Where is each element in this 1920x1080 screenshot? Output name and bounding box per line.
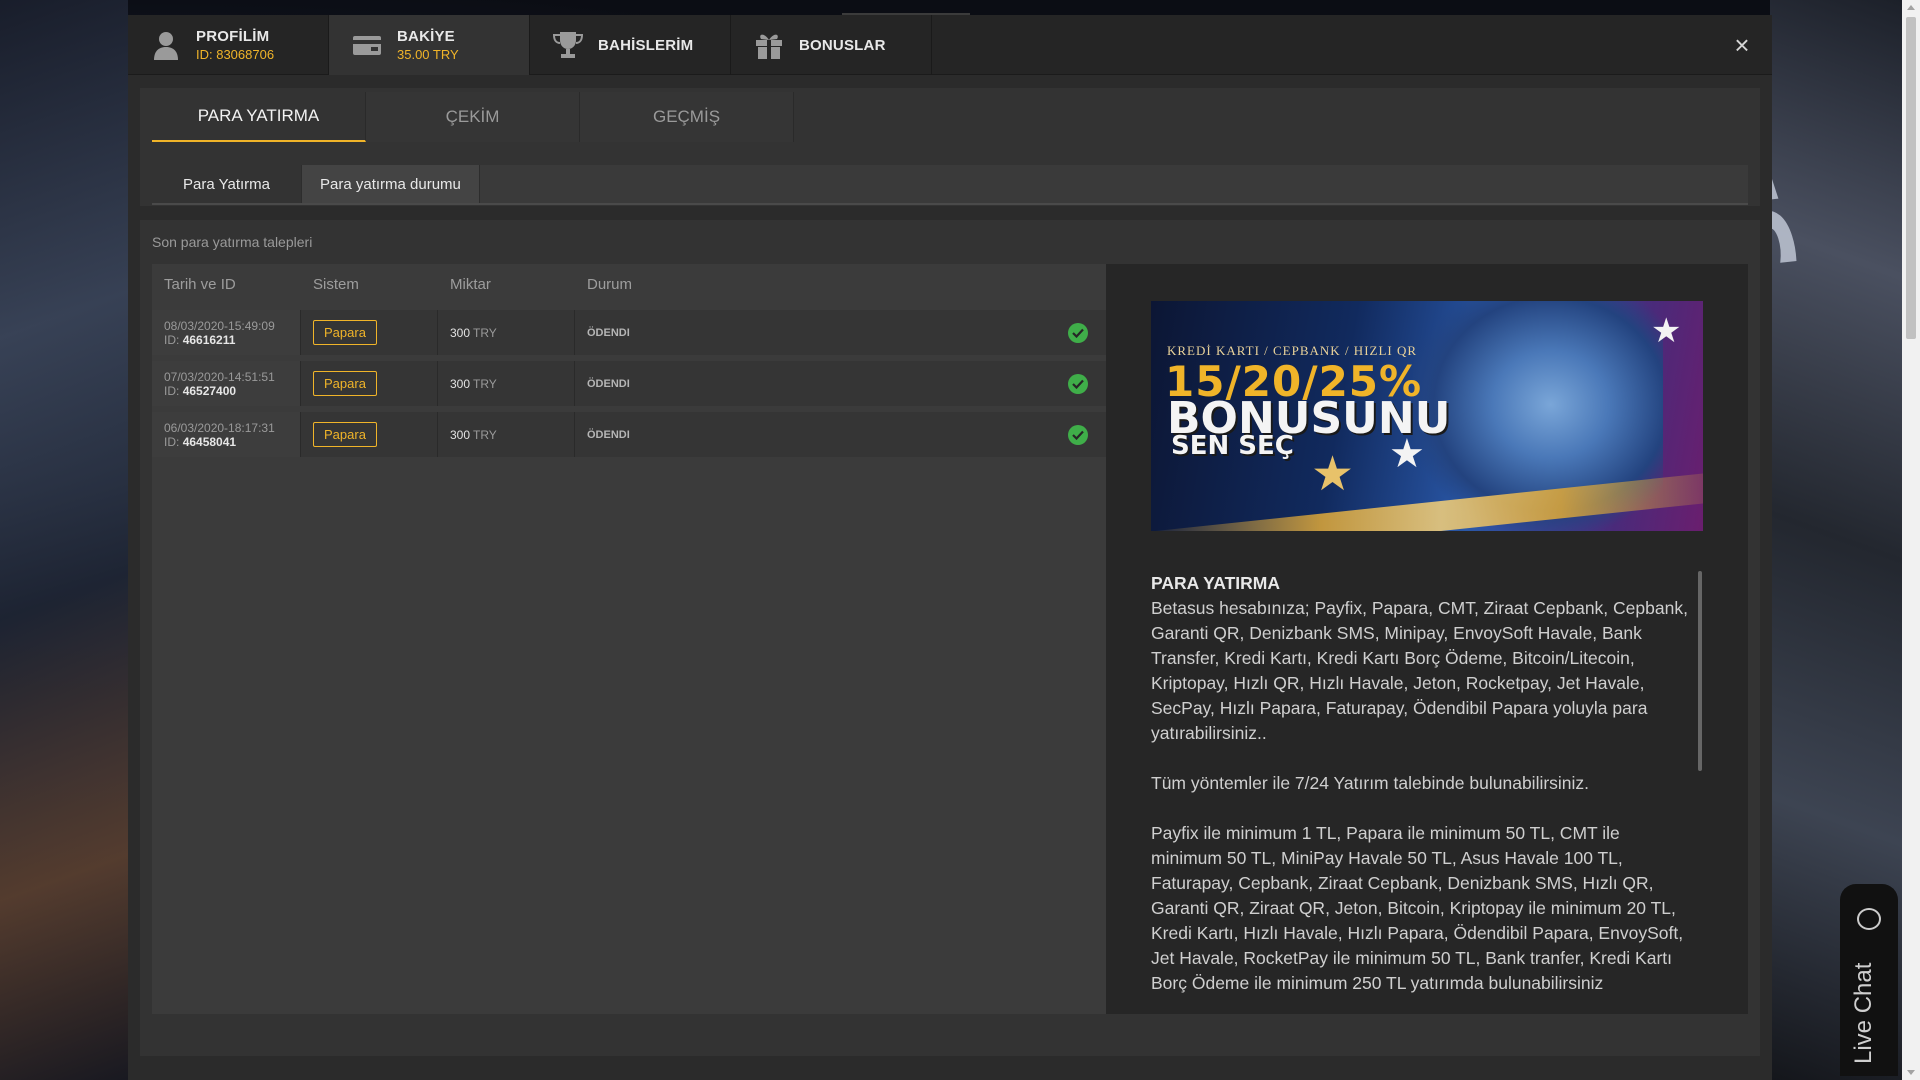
row-status: ÖDENDI: [587, 377, 630, 390]
live-chat-button[interactable]: Live Chat: [1840, 884, 1898, 1076]
deposit-requests-table: Tarih ve ID Sistem Miktar Durum 08/03/20…: [152, 264, 1106, 1014]
banner-line4: SEN SEÇ: [1171, 431, 1294, 461]
gift-icon: [751, 29, 787, 61]
row-amount: 300: [450, 427, 471, 442]
account-modal: PROFİLİM ID: 83068706 BAKİYE 35.00 TRY B…: [128, 13, 1772, 1080]
table-header: Tarih ve ID Sistem Miktar Durum: [152, 264, 1106, 304]
cell-status: ÖDENDI: [575, 412, 1106, 457]
list-caption: Son para yatırma talepleri: [152, 234, 313, 250]
sub-tabs: Para Yatırma Para yatırma durumu: [152, 165, 1748, 205]
account-topbar: PROFİLİM ID: 83068706 BAKİYE 35.00 TRY B…: [128, 13, 1772, 75]
star-icon: ★: [1389, 432, 1425, 476]
deposit-info-panel: KREDİ KARTI / CEPBANK / HIZLI QR 15/20/2…: [1106, 264, 1748, 1014]
row-status: ÖDENDI: [587, 326, 630, 339]
cell-system: Papara: [301, 310, 438, 355]
deposit-status-panel: Son para yatırma talepleri Tarih ve ID S…: [140, 220, 1760, 1056]
tab-history[interactable]: GEÇMİŞ: [580, 92, 794, 142]
star-icon: ★: [1651, 312, 1682, 350]
cell-date: 07/03/2020-14:51:51 ID: 46527400: [152, 361, 301, 406]
row-amount: 300: [450, 325, 471, 340]
header-system: Sistem: [313, 275, 359, 293]
tab-bonuses[interactable]: BONUSLAR: [731, 15, 932, 75]
row-amount: 300: [450, 376, 471, 391]
table-row[interactable]: 08/03/2020-15:49:09 ID: 46616211 Papara …: [152, 310, 1106, 355]
wallet-icon: [349, 29, 385, 61]
tab-withdraw[interactable]: ÇEKİM: [366, 92, 580, 142]
row-currency: TRY: [473, 376, 497, 391]
check-icon: [1068, 373, 1088, 394]
check-icon: [1068, 322, 1088, 343]
row-id-line: ID: 46458041: [164, 435, 236, 449]
check-icon: [1068, 424, 1088, 445]
row-id-prefix: ID:: [164, 434, 180, 449]
system-badge: Papara: [313, 422, 377, 447]
cell-system: Papara: [301, 361, 438, 406]
live-chat-label: Live Chat: [1850, 962, 1877, 1064]
cell-amount: 300 TRY: [438, 412, 575, 457]
tab-profile-label: PROFİLİM: [196, 28, 270, 45]
row-status: ÖDENDI: [587, 428, 630, 441]
cell-status: ÖDENDI: [575, 310, 1106, 355]
header-date-id: Tarih ve ID: [164, 275, 236, 293]
row-id-prefix: ID:: [164, 332, 180, 347]
row-currency: TRY: [473, 427, 497, 442]
row-date: 07/03/2020-14:51:51: [164, 369, 275, 384]
table-row[interactable]: 07/03/2020-14:51:51 ID: 46527400 Papara …: [152, 361, 1106, 406]
row-date: 08/03/2020-15:49:09: [164, 318, 275, 333]
info-paragraph-methods: Betasus hesabınıza; Payfix, Papara, CMT,…: [1151, 598, 1688, 743]
tab-balance-label: BAKİYE: [397, 28, 455, 45]
cell-status: ÖDENDI: [575, 361, 1106, 406]
close-icon[interactable]: ×: [1730, 32, 1754, 58]
scroll-up-icon[interactable]: [1907, 5, 1915, 10]
cell-amount: 300 TRY: [438, 310, 575, 355]
row-id: 46527400: [182, 383, 237, 398]
system-badge: Papara: [313, 320, 377, 345]
row-id-line: ID: 46616211: [164, 333, 235, 347]
table-row[interactable]: 06/03/2020-18:17:31 ID: 46458041 Papara …: [152, 412, 1106, 457]
row-id-prefix: ID:: [164, 383, 180, 398]
user-icon: [148, 29, 184, 61]
subtab-deposit-status[interactable]: Para yatırma durumu: [302, 165, 480, 203]
cell-amount: 300 TRY: [438, 361, 575, 406]
system-badge: Papara: [313, 371, 377, 396]
cell-date: 08/03/2020-15:49:09 ID: 46616211: [152, 310, 301, 355]
row-id: 46616211: [182, 332, 236, 347]
row-currency: TRY: [473, 325, 497, 340]
promo-banner[interactable]: KREDİ KARTI / CEPBANK / HIZLI QR 15/20/2…: [1151, 301, 1703, 531]
deposit-info-text: PARA YATIRMA Betasus hesabınıza; Payfix,…: [1151, 571, 1691, 1011]
scroll-thumb[interactable]: [1906, 17, 1916, 339]
chat-bubble-icon: [1857, 908, 1881, 930]
info-title: PARA YATIRMA: [1151, 573, 1280, 593]
cell-date: 06/03/2020-18:17:31 ID: 46458041: [152, 412, 301, 457]
tab-balance[interactable]: BAKİYE 35.00 TRY: [329, 15, 530, 75]
header-amount: Miktar: [450, 275, 491, 293]
row-id-line: ID: 46527400: [164, 384, 236, 398]
tab-bonuses-label: BONUSLAR: [799, 36, 886, 54]
row-id: 46458041: [182, 434, 237, 449]
tab-bets[interactable]: BAHİSLERİM: [530, 15, 731, 75]
tab-deposit[interactable]: PARA YATIRMA: [152, 92, 366, 142]
info-paragraph-hours: Tüm yöntemler ile 7/24 Yatırım talebinde…: [1151, 773, 1590, 793]
tab-bets-label: BAHİSLERİM: [598, 36, 694, 54]
user-id: ID: 83068706: [196, 47, 275, 62]
info-paragraph-limits: Payfix ile minimum 1 TL, Papara ile mini…: [1151, 823, 1684, 993]
background-left: [0, 0, 128, 1080]
scroll-down-icon[interactable]: [1907, 1070, 1915, 1075]
topbar-accent: [842, 13, 970, 15]
subtab-deposit[interactable]: Para Yatırma: [152, 165, 302, 203]
cell-system: Papara: [301, 412, 438, 457]
balance-amount: 35.00 TRY: [397, 47, 459, 62]
info-scrollbar[interactable]: [1698, 571, 1702, 771]
main-tabs: PARA YATIRMA ÇEKİM GEÇMİŞ: [140, 88, 1760, 154]
star-icon: ★: [1311, 448, 1355, 501]
page-scrollbar[interactable]: [1902, 0, 1920, 1080]
header-status: Durum: [587, 275, 633, 293]
trophy-icon: [550, 29, 586, 61]
tab-profile[interactable]: PROFİLİM ID: 83068706: [128, 15, 329, 75]
row-date: 06/03/2020-18:17:31: [164, 420, 275, 435]
deposit-section: PARA YATIRMA ÇEKİM GEÇMİŞ Para Yatırma P…: [140, 88, 1760, 206]
